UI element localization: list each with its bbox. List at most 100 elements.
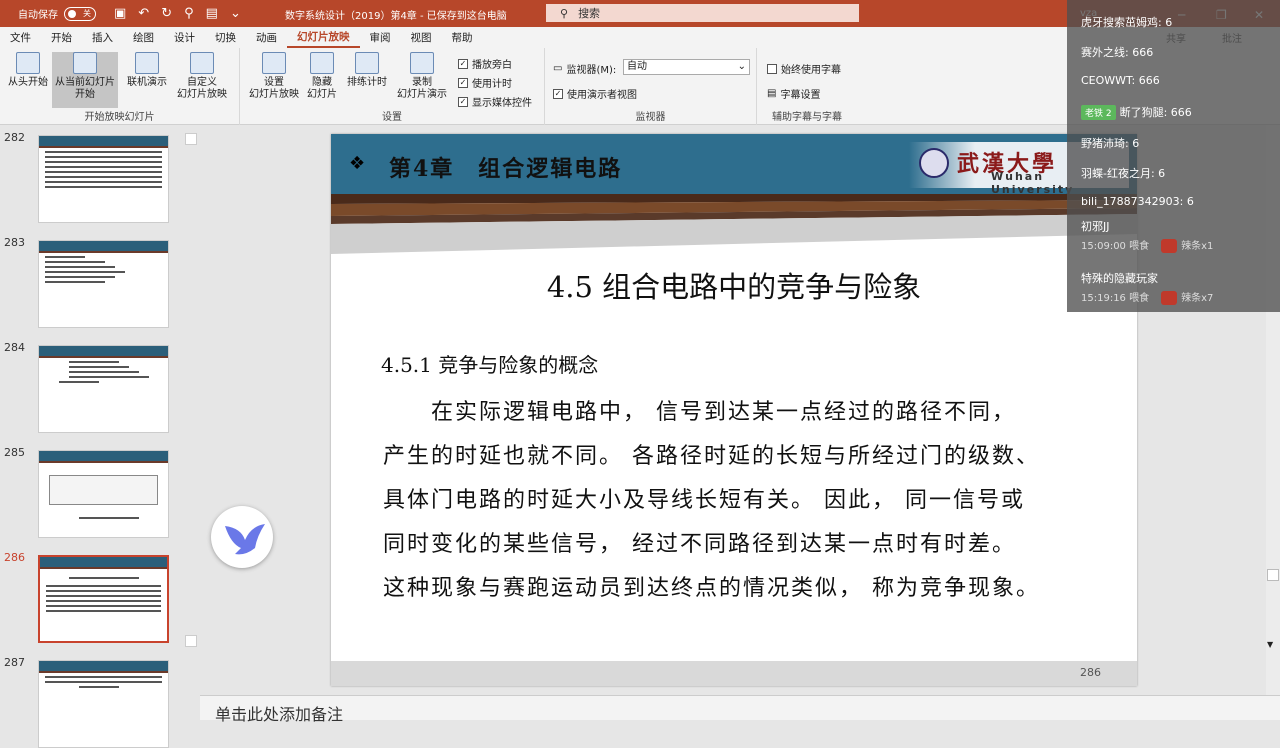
tab-design[interactable]: 设计 xyxy=(164,30,205,45)
search-icon: ⚲ xyxy=(560,6,569,20)
always-subtitles-checkbox[interactable]: 始终使用字幕 xyxy=(767,61,841,76)
save-icon[interactable]: ▣ xyxy=(114,6,126,21)
scroll-thumb[interactable] xyxy=(1267,569,1279,581)
present-online-button[interactable]: 联机演示 xyxy=(122,52,172,89)
checkbox-checked: ✓ xyxy=(553,88,563,99)
thumb-number: 285 xyxy=(4,446,25,459)
floating-bird-widget[interactable] xyxy=(211,506,273,568)
tab-review[interactable]: 审阅 xyxy=(360,30,401,45)
gift-message: 15:09:00 喂食 辣条x1 xyxy=(1081,239,1214,253)
play-icon xyxy=(16,52,40,74)
paragraph-line: 具体门电路的时延大小及导线长短有关。 因此， 同一信号或 xyxy=(383,488,1025,513)
slide-canvas[interactable]: ❖ 第4章 组合逻辑电路 武漢大學 Wuhan University 4.5 组… xyxy=(331,134,1137,686)
chat-message: 特殊的隐藏玩家 xyxy=(1081,272,1158,285)
header-decorative-stripe xyxy=(331,194,1137,254)
document-title: 数字系统设计（2019）第4章 - 已保存到这台电脑 xyxy=(285,11,507,22)
chat-message: CEOWWT: 666 xyxy=(1081,74,1160,87)
redo-icon[interactable]: ↻ xyxy=(161,6,172,21)
slide-header-banner: ❖ 第4章 组合逻辑电路 武漢大學 Wuhan University xyxy=(331,134,1137,196)
group-label-start: 开始放映幻灯片 xyxy=(84,112,155,123)
tab-insert[interactable]: 插入 xyxy=(82,30,123,45)
section-heading: 4.5.1 竞争与险象的概念 xyxy=(381,353,599,377)
monitor-icon: ▭ xyxy=(553,63,563,74)
bird-icon xyxy=(225,524,265,555)
custom-show-icon xyxy=(190,52,214,74)
bullet-diamond-icon: ❖ xyxy=(349,153,366,174)
search-placeholder: 搜索 xyxy=(578,7,601,20)
chat-message: bili_17887342903: 6 xyxy=(1081,195,1194,208)
slide-thumbnail[interactable] xyxy=(38,345,169,433)
pin-icon[interactable]: ⚲ xyxy=(184,6,194,21)
autosave-state: 关 xyxy=(83,8,91,18)
slide-page-number: 286 xyxy=(1080,666,1101,679)
chat-message: 初邪JJ xyxy=(1081,220,1110,233)
slide-thumbnail[interactable] xyxy=(38,135,169,223)
timer-icon xyxy=(355,52,379,74)
slide-thumbnail[interactable] xyxy=(38,660,169,748)
custom-show-button[interactable]: 自定义 幻灯片放映 xyxy=(170,52,234,101)
rehearse-timings-button[interactable]: 排练计时 xyxy=(344,52,390,89)
thumbnail-pane: 282 283 284 285 286 287 xyxy=(0,125,200,748)
tab-help[interactable]: 帮助 xyxy=(442,30,483,45)
gift-icon xyxy=(1161,291,1178,305)
use-timings-checkbox[interactable]: ✓ 使用计时 xyxy=(458,75,512,90)
tab-view[interactable]: 视图 xyxy=(401,30,442,45)
chat-message: 野猪沛琦: 6 xyxy=(1081,137,1140,150)
group-setup: 设置 幻灯片放映 隐藏 幻灯片 排练计时 录制 幻灯片演示 ✓ 播放旁白 ✓ 使用计时 ✓… xyxy=(240,48,545,125)
tab-draw[interactable]: 绘图 xyxy=(123,30,164,45)
setup-icon xyxy=(262,52,286,74)
thumbnail-scrollbar[interactable] xyxy=(185,133,197,713)
globe-icon xyxy=(135,52,159,74)
paragraph-line: 这种现象与赛跑运动员到达终点的情况类似， 称为竞争现象。 xyxy=(383,576,1040,601)
current-slide-icon xyxy=(73,52,97,74)
scroll-thumb[interactable] xyxy=(185,133,197,145)
subtitle-settings-button[interactable]: ▤ 字幕设置 xyxy=(767,86,820,101)
tab-transitions[interactable]: 切换 xyxy=(205,30,246,45)
start-show-icon[interactable]: ▤ xyxy=(206,6,218,21)
slide-thumbnail[interactable] xyxy=(38,240,169,328)
tab-animations[interactable]: 动画 xyxy=(246,30,287,45)
chat-message: 老铁 2 断了狗腿: 666 xyxy=(1081,104,1192,120)
undo-icon[interactable]: ↶ xyxy=(138,6,149,21)
record-show-button[interactable]: 录制 幻灯片演示 xyxy=(390,52,454,101)
thumb-number: 282 xyxy=(4,131,25,144)
customize-qat-icon[interactable]: ⌄ xyxy=(230,6,241,21)
autosave-label: 自动保存 xyxy=(18,10,58,21)
quick-access-toolbar: ▣ ↶ ↻ ⚲ ▤ ⌄ xyxy=(114,6,241,21)
play-narration-checkbox[interactable]: ✓ 播放旁白 xyxy=(458,56,512,71)
group-start-slideshow: 从头开始 从当前幻灯片 开始 联机演示 自定义 幻灯片放映 开始放映幻灯片 xyxy=(0,48,240,125)
checkbox-checked: ✓ xyxy=(458,58,468,69)
checkbox-checked: ✓ xyxy=(458,96,468,107)
record-icon xyxy=(410,52,434,74)
scroll-down-icon[interactable]: ▼ xyxy=(1267,640,1273,649)
search-box[interactable]: ⚲ 搜索 xyxy=(546,4,859,22)
scroll-thumb-lower[interactable] xyxy=(185,635,197,647)
thumb-number-selected: 286 xyxy=(4,551,25,564)
setup-show-button[interactable]: 设置 幻灯片放映 xyxy=(246,52,302,101)
from-beginning-button[interactable]: 从头开始 xyxy=(6,52,50,89)
tab-file[interactable]: 文件 xyxy=(0,30,41,45)
from-current-button[interactable]: 从当前幻灯片 开始 xyxy=(52,52,118,108)
paragraph-line: 产生的时延也就不同。 各路径时延的长短与所经过门的级数、 xyxy=(383,444,1040,469)
thumb-number: 283 xyxy=(4,236,25,249)
slide-thumbnail-selected[interactable] xyxy=(38,555,169,643)
gift-message: 15:19:16 喂食 辣条x7 xyxy=(1081,291,1214,305)
tab-slideshow[interactable]: 幻灯片放映 xyxy=(287,27,360,48)
notes-pane[interactable]: 单击此处添加备注 xyxy=(200,695,1280,724)
show-media-controls-checkbox[interactable]: ✓ 显示媒体控件 xyxy=(458,94,532,109)
thumb-number: 287 xyxy=(4,656,25,669)
chat-message: 羽蝶-红夜之月: 6 xyxy=(1081,167,1166,180)
notes-placeholder: 单击此处添加备注 xyxy=(215,705,344,724)
checkbox-checked: ✓ xyxy=(458,77,468,88)
presenter-view-checkbox[interactable]: ✓ 使用演示者视图 xyxy=(553,86,637,101)
monitor-select[interactable]: 自动 ⌄ xyxy=(623,59,750,75)
hide-slide-button[interactable]: 隐藏 幻灯片 xyxy=(302,52,342,101)
group-label-monitors: 监视器 xyxy=(635,112,666,123)
autosave-toggle[interactable]: 关 xyxy=(64,6,96,21)
thumb-number: 284 xyxy=(4,341,25,354)
tab-home[interactable]: 开始 xyxy=(41,30,82,45)
subtitle-icon: ▤ xyxy=(767,88,777,99)
live-chat-overlay: 虎牙搜索茁姆鸡: 6 赛外之线: 666 CEOWWT: 666 老铁 2 断了狗… xyxy=(1067,0,1280,312)
slide-thumbnail[interactable] xyxy=(38,450,169,538)
paragraph-line: 同时变化的某些信号， 经过不同路径到达某一点时有时差。 xyxy=(383,532,1016,557)
